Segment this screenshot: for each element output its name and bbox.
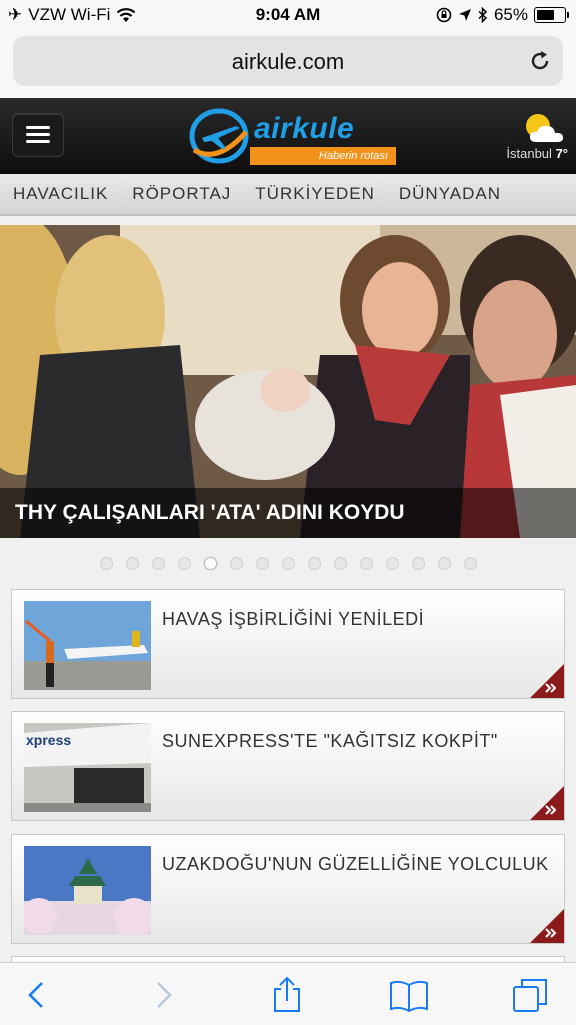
airplane-globe-icon: [189, 108, 249, 164]
weather-temp: 7°: [555, 146, 568, 161]
rotation-lock-icon: [436, 7, 452, 23]
slider-dot[interactable]: [437, 557, 451, 570]
news-thumbnail: [24, 846, 151, 935]
news-card[interactable]: UZAKDOĞU'NUN GÜZELLİĞİNE YOLCULUK: [11, 834, 565, 944]
battery-percent: 65%: [493, 5, 528, 24]
bluetooth-icon: [478, 7, 488, 23]
news-thumbnail: [24, 601, 151, 690]
news-card[interactable]: HAVAŞ İŞBİRLİĞİNİ YENİLEDİ: [11, 589, 565, 699]
slider-dot[interactable]: [177, 557, 191, 570]
weather-location: İstanbul 7°: [506, 146, 568, 161]
bookmarks-icon[interactable]: [389, 977, 429, 1013]
site-header: airkule Haberin rotası İstanbul 7°: [0, 98, 576, 174]
nav-item-turkiyeden[interactable]: TÜRKİYEDEN: [255, 184, 375, 204]
news-title[interactable]: SUNEXPRESS'TE "KAĞITSIZ KOKPİT": [162, 731, 498, 752]
hamburger-menu-button[interactable]: [12, 113, 64, 157]
logo-tagline: Haberin rotası: [250, 147, 396, 165]
nav-item-dunyadan[interactable]: DÜNYADAN: [399, 184, 501, 204]
hero-caption[interactable]: THY ÇALIŞANLARI 'ATA' ADINI KOYDU: [0, 488, 576, 538]
slider-dot[interactable]: [99, 557, 113, 570]
read-more-icon[interactable]: [530, 786, 564, 820]
slider-dot[interactable]: [463, 557, 477, 570]
address-bar[interactable]: airkule.com: [13, 36, 563, 86]
slider-dot[interactable]: [281, 557, 295, 570]
weather-widget[interactable]: İstanbul 7°: [478, 112, 568, 168]
slider-dot[interactable]: [203, 557, 217, 570]
reload-icon[interactable]: [527, 48, 553, 74]
status-right: 65%: [436, 5, 569, 25]
status-bar: ✈ VZW Wi-Fi 9:04 AM 65%: [0, 0, 576, 30]
nav-item-roportaj[interactable]: RÖPORTAJ: [132, 184, 231, 204]
read-more-icon[interactable]: [530, 664, 564, 698]
slider-dot[interactable]: [307, 557, 321, 570]
slider-dot[interactable]: [125, 557, 139, 570]
read-more-icon[interactable]: [530, 909, 564, 943]
browser-toolbar: [0, 962, 576, 1025]
slider-dot[interactable]: [359, 557, 373, 570]
weather-city: İstanbul: [506, 146, 552, 161]
forward-icon[interactable]: [142, 977, 182, 1013]
news-card[interactable]: xpress SUNEXPRESS'TE "KAĞITSIZ KOKPİT": [11, 711, 565, 821]
slider-dot[interactable]: [255, 557, 269, 570]
browser-chrome: airkule.com: [0, 30, 576, 98]
slider-pagination: [0, 557, 576, 573]
slider-dot[interactable]: [385, 557, 399, 570]
nav-item-havacilik[interactable]: HAVACILIK: [13, 184, 108, 204]
news-title[interactable]: UZAKDOĞU'NUN GÜZELLİĞİNE YOLCULUK: [162, 854, 549, 875]
hero-slide[interactable]: THY ÇALIŞANLARI 'ATA' ADINI KOYDU: [0, 225, 576, 538]
slider-dot[interactable]: [411, 557, 425, 570]
share-icon[interactable]: [267, 977, 307, 1013]
news-thumbnail: xpress: [24, 723, 151, 812]
category-nav: HAVACILIK RÖPORTAJ TÜRKİYEDEN DÜNYADAN: [0, 174, 576, 216]
back-icon[interactable]: [18, 977, 58, 1013]
site-logo[interactable]: airkule Haberin rotası: [188, 106, 408, 166]
battery-icon: [534, 7, 569, 23]
svg-text:xpress: xpress: [26, 732, 71, 748]
location-icon: [458, 9, 471, 21]
logo-text: airkule: [254, 112, 355, 145]
partly-cloudy-icon: [526, 114, 563, 142]
slider-dot[interactable]: [333, 557, 347, 570]
news-title[interactable]: HAVAŞ İŞBİRLİĞİNİ YENİLEDİ: [162, 609, 424, 630]
url-text[interactable]: airkule.com: [13, 49, 563, 75]
slider-dot[interactable]: [229, 557, 243, 570]
slider-dot[interactable]: [151, 557, 165, 570]
tabs-icon[interactable]: [511, 977, 551, 1013]
